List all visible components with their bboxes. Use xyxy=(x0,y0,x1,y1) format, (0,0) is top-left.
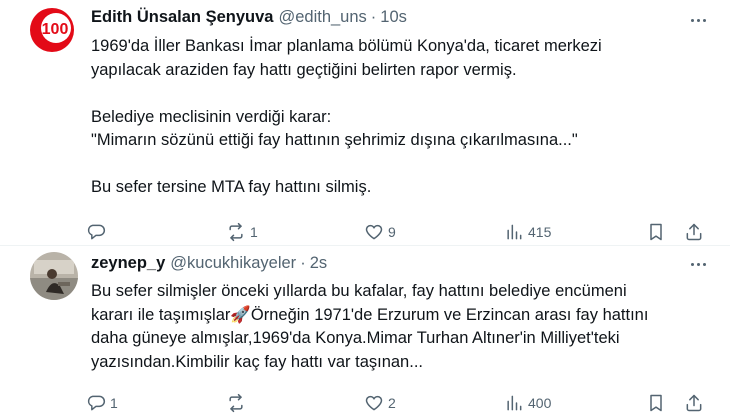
repost-button[interactable]: 1 xyxy=(226,220,258,244)
avatar[interactable] xyxy=(30,252,78,300)
heart-icon xyxy=(365,395,383,411)
views-button[interactable]: 400 xyxy=(504,391,551,415)
display-name[interactable]: zeynep_y xyxy=(91,254,165,273)
timestamp[interactable]: 10s xyxy=(380,8,407,27)
reply-icon xyxy=(87,395,106,411)
repost-count: 1 xyxy=(250,224,258,240)
tweet[interactable]: 100 Edith Ünsalan Şenyuva @edith_uns · 1… xyxy=(0,0,730,246)
share-button[interactable] xyxy=(684,391,704,415)
avatar-text: 100 xyxy=(42,21,69,38)
user-handle[interactable]: @kucukhikayeler xyxy=(170,254,296,273)
tweet-header: Edith Ünsalan Şenyuva @edith_uns · 10s xyxy=(91,6,407,28)
share-icon xyxy=(686,394,702,412)
views-icon xyxy=(507,224,522,240)
bookmark-icon xyxy=(650,223,662,241)
avatar[interactable]: 100 xyxy=(28,6,76,54)
timestamp[interactable]: 2s xyxy=(310,254,327,273)
repost-button[interactable] xyxy=(226,391,250,415)
more-icon[interactable] xyxy=(686,254,710,274)
tweet-text-blank xyxy=(91,82,602,106)
tweet-text-line: daha güneye almışlar,1969'da Konya.Mimar… xyxy=(91,329,620,347)
tweet-text-line: "Mimarın sözünü ettiği fay hattının şehr… xyxy=(91,131,578,149)
more-icon[interactable] xyxy=(686,10,710,30)
views-count: 415 xyxy=(528,224,552,240)
repost-icon xyxy=(229,222,243,242)
tweet-header: zeynep_y @kucukhikayeler · 2s xyxy=(91,252,327,274)
bookmark-icon xyxy=(650,394,662,412)
tweet-text-blank xyxy=(91,153,602,177)
reply-button[interactable] xyxy=(86,220,110,244)
share-icon xyxy=(686,223,702,241)
tweet-text-line: Belediye meclisinin verdiği karar: xyxy=(91,107,332,126)
reply-icon xyxy=(87,224,106,240)
action-bar: 1 9 415 xyxy=(86,220,710,244)
tweet-text-line: yazısından.Kimbilir kaç fay hattı var ta… xyxy=(91,352,423,371)
bookmark-button[interactable] xyxy=(646,220,666,244)
tweet-text-line: 1969'da İller Bankası İmar planlama bölü… xyxy=(91,37,602,55)
like-button[interactable]: 2 xyxy=(364,391,396,415)
action-bar: 1 2 400 xyxy=(86,391,710,415)
tweet-text-line: yapılacak araziden fay hattı geçtiğini b… xyxy=(91,60,517,79)
like-count: 2 xyxy=(388,395,396,411)
views-count: 400 xyxy=(528,395,552,411)
tweet-text: Bu sefer silmişler önceki yıllarda bu ka… xyxy=(91,280,648,374)
separator-dot: · xyxy=(370,7,377,26)
avatar-logo: 100 xyxy=(28,6,76,54)
repost-icon xyxy=(229,393,243,413)
views-icon xyxy=(507,395,522,411)
share-button[interactable] xyxy=(684,220,704,244)
like-button[interactable]: 9 xyxy=(364,220,396,244)
tweet-text-line: kararı ile taşımışlar🚀Örneğin 1971'de Er… xyxy=(91,305,649,324)
user-handle[interactable]: @edith_uns xyxy=(278,8,366,27)
tweet-text-line: Bu sefer tersine MTA fay hattını silmiş. xyxy=(91,178,372,196)
views-button[interactable]: 415 xyxy=(504,220,551,244)
reply-count: 1 xyxy=(110,395,118,411)
reply-button[interactable]: 1 xyxy=(86,391,118,415)
heart-icon xyxy=(365,224,383,240)
like-count: 9 xyxy=(388,224,396,240)
display-name[interactable]: Edith Ünsalan Şenyuva xyxy=(91,8,273,27)
avatar-photo xyxy=(30,252,78,300)
tweet-text-line: Bu sefer silmişler önceki yıllarda bu ka… xyxy=(91,282,627,300)
bookmark-button[interactable] xyxy=(646,391,666,415)
separator-dot: · xyxy=(300,253,306,272)
tweet-text: 1969'da İller Bankası İmar planlama bölü… xyxy=(91,35,602,200)
